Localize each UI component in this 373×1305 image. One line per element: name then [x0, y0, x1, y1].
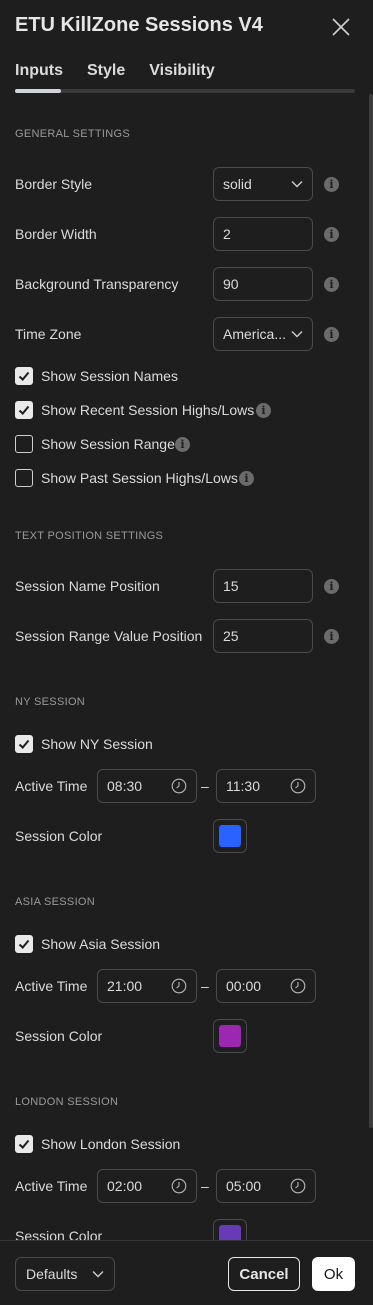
time-zone-label: Time Zone [15, 326, 82, 342]
section-heading-general: GENERAL SETTINGS [15, 128, 131, 140]
clock-icon [171, 978, 187, 994]
show-asia-session-checkbox[interactable] [15, 935, 33, 953]
dialog-footer: Defaults Cancel Ok [0, 1240, 373, 1305]
london-start-time-value: 02:00 [107, 1178, 143, 1194]
border-width-input[interactable]: 2 [213, 217, 313, 251]
session-name-position-input[interactable]: 15 [213, 569, 313, 603]
ny-session-color-swatch[interactable] [213, 819, 247, 853]
settings-dialog: ETU KillZone Sessions V4 Inputs Style Vi… [0, 0, 373, 1305]
info-icon[interactable]: i [324, 227, 339, 242]
info-icon[interactable]: i [324, 177, 339, 192]
chevron-down-icon [291, 181, 303, 188]
ny-end-time-value: 11:30 [226, 778, 260, 794]
show-past-highs-lows-checkbox[interactable] [15, 469, 33, 487]
bg-transparency-value: 90 [223, 276, 239, 292]
asia-start-time-value: 21:00 [107, 978, 143, 994]
checkmark-icon [18, 371, 30, 381]
info-icon[interactable]: i [239, 471, 254, 486]
clock-icon [171, 1178, 187, 1194]
tab-inputs[interactable]: Inputs [15, 62, 63, 80]
show-london-session-label: Show London Session [41, 1136, 181, 1152]
info-icon[interactable]: i [175, 437, 190, 452]
ny-start-time-value: 08:30 [107, 778, 143, 794]
info-icon[interactable]: i [324, 579, 339, 594]
section-heading-text-position: TEXT POSITION SETTINGS [15, 530, 164, 542]
show-asia-session-label: Show Asia Session [41, 936, 161, 952]
color-fill [219, 825, 241, 847]
border-style-label: Border Style [15, 176, 93, 192]
time-zone-value: America... [223, 326, 287, 342]
show-session-names-checkbox[interactable] [15, 367, 33, 385]
border-style-select[interactable]: solid [213, 167, 313, 201]
london-end-time-value: 05:00 [226, 1178, 262, 1194]
info-icon[interactable]: i [256, 403, 271, 418]
asia-session-color-label: Session Color [15, 1028, 103, 1044]
section-heading-london: LONDON SESSION [15, 1096, 119, 1108]
tab-bar: Inputs Style Visibility [15, 62, 239, 80]
border-style-value: solid [223, 176, 252, 192]
show-session-names-label: Show Session Names [41, 368, 178, 384]
defaults-dropdown[interactable]: Defaults [15, 1257, 115, 1291]
asia-active-time-label: Active Time [15, 978, 88, 994]
tab-underline [15, 89, 355, 93]
checkmark-icon [18, 939, 30, 949]
london-end-time-input[interactable]: 05:00 [216, 1169, 316, 1203]
session-name-position-label: Session Name Position [15, 578, 160, 594]
ny-session-color-label: Session Color [15, 828, 103, 844]
info-icon[interactable]: i [324, 277, 339, 292]
tab-visibility[interactable]: Visibility [149, 62, 215, 80]
show-ny-session-checkbox[interactable] [15, 735, 33, 753]
show-london-session-checkbox[interactable] [15, 1135, 33, 1153]
ny-active-time-label: Active Time [15, 778, 88, 794]
dialog-title: ETU KillZone Sessions V4 [15, 14, 263, 36]
clock-icon [290, 1178, 306, 1194]
session-range-value-position-input[interactable]: 25 [213, 619, 313, 653]
border-width-value: 2 [223, 226, 231, 242]
show-past-highs-lows-label: Show Past Session Highs/Lows [41, 470, 238, 486]
time-separator: – [201, 778, 209, 794]
asia-end-time-input[interactable]: 00:00 [216, 969, 316, 1003]
show-recent-highs-lows-label: Show Recent Session Highs/Lows [41, 402, 255, 418]
time-zone-select[interactable]: America... [213, 317, 313, 351]
border-width-label: Border Width [15, 226, 97, 242]
session-range-value-position-label: Session Range Value Position [15, 628, 203, 644]
asia-session-color-swatch[interactable] [213, 1019, 247, 1053]
section-heading-asia: ASIA SESSION [15, 896, 96, 908]
show-session-range-label: Show Session Range [41, 436, 175, 452]
ny-end-time-input[interactable]: 11:30 [216, 769, 316, 803]
checkmark-icon [18, 405, 30, 415]
close-icon[interactable] [329, 15, 353, 39]
bg-transparency-input[interactable]: 90 [213, 267, 313, 301]
checkmark-icon [18, 739, 30, 749]
color-fill [219, 1025, 241, 1047]
chevron-down-icon [92, 1271, 104, 1278]
london-active-time-label: Active Time [15, 1178, 88, 1194]
ny-start-time-input[interactable]: 08:30 [97, 769, 197, 803]
section-heading-ny: NY SESSION [15, 696, 86, 708]
asia-start-time-input[interactable]: 21:00 [97, 969, 197, 1003]
time-separator: – [201, 978, 209, 994]
bg-transparency-label: Background Transparency [15, 276, 179, 292]
info-icon[interactable]: i [324, 327, 339, 342]
chevron-down-icon [291, 331, 303, 338]
show-session-range-checkbox[interactable] [15, 435, 33, 453]
session-range-value-position-value: 25 [223, 628, 239, 644]
clock-icon [290, 978, 306, 994]
time-separator: – [201, 1178, 209, 1194]
ok-button[interactable]: Ok [312, 1257, 355, 1291]
clock-icon [290, 778, 306, 794]
clock-icon [171, 778, 187, 794]
info-icon[interactable]: i [324, 629, 339, 644]
scrollbar[interactable] [369, 94, 373, 1128]
checkmark-icon [18, 1139, 30, 1149]
defaults-label: Defaults [26, 1266, 78, 1282]
show-ny-session-label: Show NY Session [41, 736, 153, 752]
tab-style[interactable]: Style [87, 62, 125, 80]
session-name-position-value: 15 [223, 578, 239, 594]
asia-end-time-value: 00:00 [226, 978, 262, 994]
show-recent-highs-lows-checkbox[interactable] [15, 401, 33, 419]
cancel-button[interactable]: Cancel [228, 1257, 300, 1291]
active-tab-indicator [15, 89, 61, 93]
london-start-time-input[interactable]: 02:00 [97, 1169, 197, 1203]
